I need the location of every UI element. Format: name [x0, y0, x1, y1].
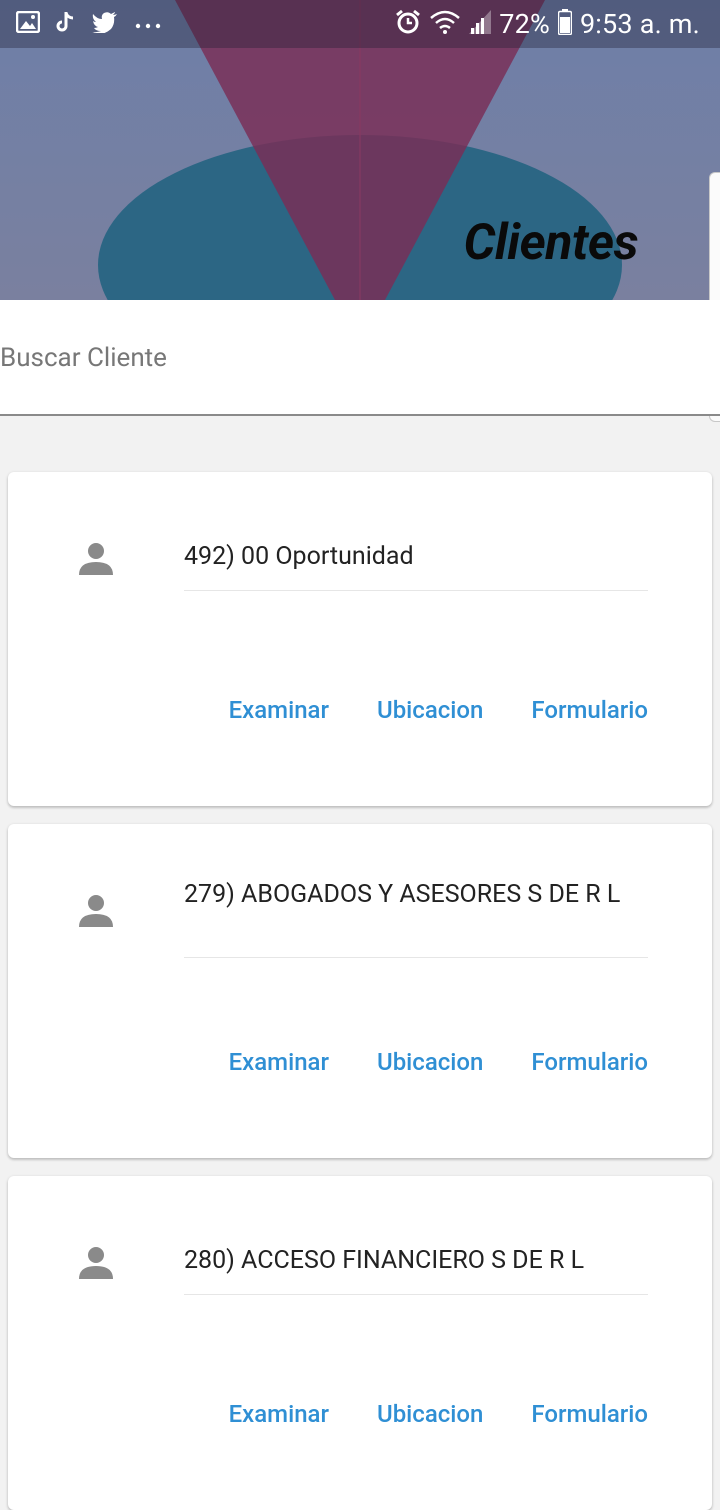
- twitter-icon: [92, 11, 118, 37]
- search-bar: [0, 300, 720, 416]
- header-banner: 72% 9:53 a. m. Clientes: [0, 0, 720, 300]
- search-input[interactable]: [0, 330, 700, 386]
- ubicacion-button[interactable]: Ubicacion: [377, 1048, 483, 1076]
- clock: 9:53 a. m.: [579, 8, 700, 40]
- card-divider: [184, 1294, 648, 1295]
- card-divider: [184, 590, 648, 591]
- client-card: 492) 00 Oportunidad Examinar Ubicacion F…: [8, 472, 712, 806]
- status-bar: 72% 9:53 a. m.: [0, 0, 720, 48]
- client-name[interactable]: 492) 00 Oportunidad: [184, 540, 654, 573]
- battery-percent: 72%: [499, 8, 550, 40]
- card-actions: Examinar Ubicacion Formulario: [229, 1400, 648, 1428]
- formulario-button[interactable]: Formulario: [531, 1048, 648, 1076]
- signal-icon: [469, 10, 492, 38]
- client-name[interactable]: 279) ABOGADOS Y ASESORES S DE R L: [184, 878, 654, 911]
- card-actions: Examinar Ubicacion Formulario: [229, 1048, 648, 1076]
- battery-icon: [557, 9, 573, 39]
- client-card: 280) ACCESO FINANCIERO S DE R L Examinar…: [8, 1176, 712, 1510]
- ubicacion-button[interactable]: Ubicacion: [377, 696, 483, 724]
- formulario-button[interactable]: Formulario: [531, 696, 648, 724]
- person-icon: [78, 1246, 114, 1284]
- examinar-button[interactable]: Examinar: [229, 696, 329, 724]
- client-card: 279) ABOGADOS Y ASESORES S DE R L Examin…: [8, 824, 712, 1158]
- examinar-button[interactable]: Examinar: [229, 1048, 329, 1076]
- person-icon: [78, 542, 114, 580]
- examinar-button[interactable]: Examinar: [229, 1400, 329, 1428]
- gallery-icon: [15, 10, 41, 37]
- formulario-button[interactable]: Formulario: [531, 1400, 648, 1428]
- person-icon: [78, 894, 114, 932]
- tiktok-icon: [56, 11, 76, 37]
- page-title: Clientes: [463, 214, 639, 272]
- alarm-icon: [395, 9, 421, 39]
- card-actions: Examinar Ubicacion Formulario: [229, 696, 648, 724]
- wifi-icon: [429, 9, 461, 39]
- client-name[interactable]: 280) ACCESO FINANCIERO S DE R L: [184, 1244, 654, 1277]
- card-divider: [184, 957, 648, 958]
- more-dots-icon: [134, 15, 162, 34]
- ubicacion-button[interactable]: Ubicacion: [377, 1400, 483, 1428]
